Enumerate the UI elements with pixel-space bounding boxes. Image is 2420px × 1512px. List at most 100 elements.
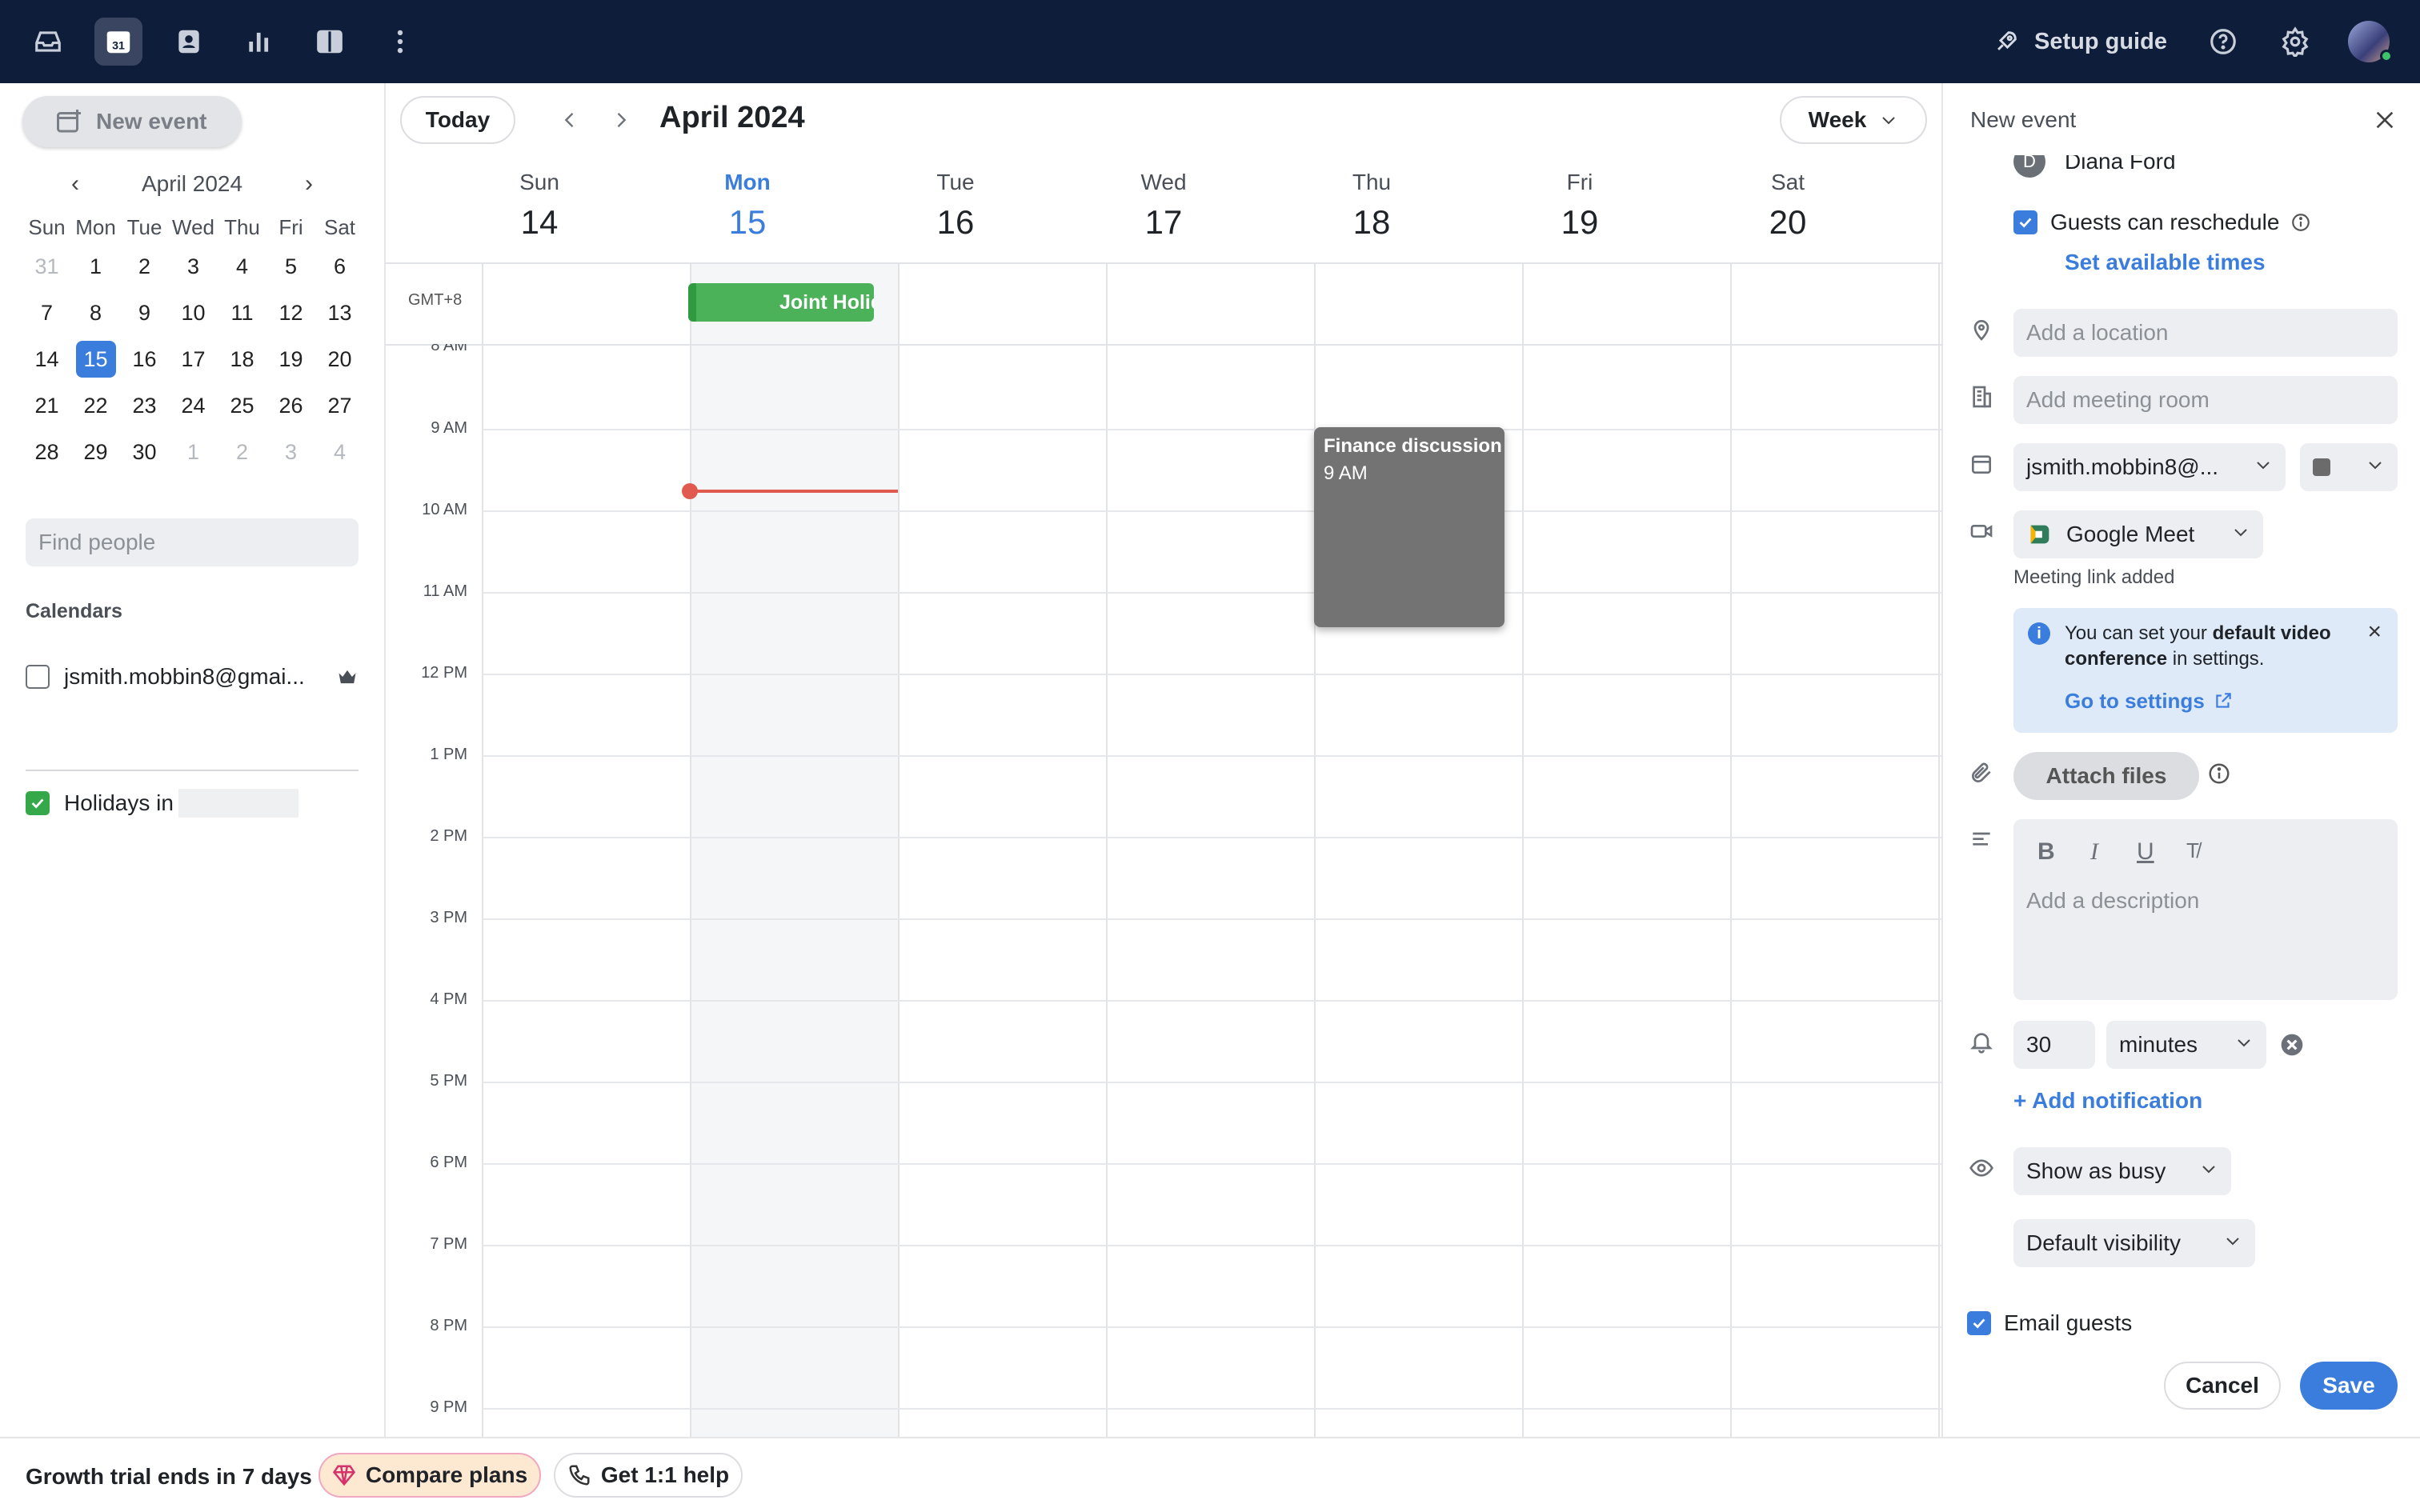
close-banner-icon[interactable]: × xyxy=(2367,619,2382,645)
mini-cal-day[interactable]: 10 xyxy=(169,290,218,336)
email-guests-row[interactable]: Email guests xyxy=(1967,1307,2132,1339)
mini-cal-day[interactable]: 4 xyxy=(315,429,364,475)
more-icon[interactable] xyxy=(376,18,424,66)
mini-cal-day[interactable]: 25 xyxy=(218,382,266,429)
day-header[interactable]: Sun 14 xyxy=(435,170,643,242)
day-header[interactable]: Sat 20 xyxy=(1684,170,1892,242)
close-panel-button[interactable] xyxy=(2367,102,2402,138)
mini-cal-day[interactable]: 18 xyxy=(218,336,266,382)
guests-reschedule-checkbox[interactable] xyxy=(2013,210,2037,234)
mini-cal-day[interactable]: 11 xyxy=(218,290,266,336)
next-week-button[interactable] xyxy=(603,102,639,138)
mini-cal-day[interactable]: 6 xyxy=(315,243,364,290)
event-color-select[interactable] xyxy=(2300,443,2398,491)
cancel-button[interactable]: Cancel xyxy=(2164,1362,2281,1410)
guests-reschedule-row[interactable]: Guests can reschedule xyxy=(2013,206,2311,238)
calendar-checkbox[interactable] xyxy=(26,791,50,815)
calendar-item-account[interactable]: jsmith.mobbin8@gmai... xyxy=(26,661,359,693)
clear-format-icon[interactable]: T̸ xyxy=(2186,838,2199,863)
day-header[interactable]: Wed 17 xyxy=(1060,170,1268,242)
mini-cal-day[interactable]: 21 xyxy=(22,382,71,429)
email-guests-checkbox[interactable] xyxy=(1967,1311,1991,1335)
hour-label: 8 AM xyxy=(431,344,467,354)
mini-cal-day[interactable]: 9 xyxy=(120,290,169,336)
columns-icon[interactable] xyxy=(306,18,354,66)
view-select[interactable]: Week xyxy=(1780,96,1927,144)
new-event-button[interactable]: New event xyxy=(22,96,242,147)
info-icon[interactable] xyxy=(2207,762,2231,786)
settings-gear-icon[interactable] xyxy=(2271,18,2319,66)
mini-cal-day[interactable]: 23 xyxy=(120,382,169,429)
mini-cal-day[interactable]: 15 xyxy=(71,336,120,382)
mini-cal-day[interactable]: 13 xyxy=(315,290,364,336)
day-header[interactable]: Mon 15 xyxy=(643,170,851,242)
mini-cal-day[interactable]: 31 xyxy=(22,243,71,290)
mini-cal-day[interactable]: 3 xyxy=(266,429,315,475)
get-help-button[interactable]: Get 1:1 help xyxy=(554,1453,743,1498)
mini-cal-day[interactable]: 2 xyxy=(120,243,169,290)
today-button[interactable]: Today xyxy=(400,96,515,144)
calendar-event[interactable]: Finance discussion 9 AM xyxy=(1314,427,1504,627)
notification-unit-select[interactable]: minutes xyxy=(2106,1021,2266,1069)
description-editor[interactable]: B I U T̸ Add a description xyxy=(2013,819,2398,1000)
mini-cal-day[interactable]: 2 xyxy=(218,429,266,475)
mini-cal-prev-button[interactable]: ‹ xyxy=(59,168,91,200)
info-icon[interactable] xyxy=(2290,212,2311,233)
mini-cal-day[interactable]: 19 xyxy=(266,336,315,382)
save-button[interactable]: Save xyxy=(2300,1362,2398,1410)
underline-icon[interactable]: U xyxy=(2137,838,2154,866)
remove-notification-icon[interactable] xyxy=(2279,1032,2305,1058)
mini-cal-day[interactable]: 28 xyxy=(22,429,71,475)
mini-cal-day[interactable]: 3 xyxy=(169,243,218,290)
mini-cal-day[interactable]: 16 xyxy=(120,336,169,382)
mini-cal-day[interactable]: 1 xyxy=(169,429,218,475)
meeting-room-input[interactable] xyxy=(2013,376,2398,424)
mini-cal-day[interactable]: 20 xyxy=(315,336,364,382)
mini-cal-day[interactable]: 1 xyxy=(71,243,120,290)
notification-amount-input[interactable]: 30 xyxy=(2013,1021,2095,1069)
attach-files-button[interactable]: Attach files xyxy=(2013,752,2199,800)
mini-cal-day[interactable]: 27 xyxy=(315,382,364,429)
mini-cal-day[interactable]: 5 xyxy=(266,243,315,290)
mini-cal-day[interactable]: 26 xyxy=(266,382,315,429)
contacts-icon[interactable] xyxy=(165,18,213,66)
inbox-icon[interactable] xyxy=(24,18,72,66)
find-people-input[interactable] xyxy=(26,518,359,566)
all-day-event[interactable]: Joint Holiday xyxy=(688,283,874,322)
hour-label: 11 AM xyxy=(423,582,467,600)
compare-plans-button[interactable]: Compare plans xyxy=(319,1453,541,1498)
mini-cal-day[interactable]: 24 xyxy=(169,382,218,429)
mini-cal-day[interactable]: 29 xyxy=(71,429,120,475)
grid-column-line xyxy=(690,264,691,1437)
add-notification-link[interactable]: + Add notification xyxy=(2013,1088,2202,1114)
mini-cal-day[interactable]: 14 xyxy=(22,336,71,382)
day-header[interactable]: Thu 18 xyxy=(1268,170,1476,242)
mini-cal-day[interactable]: 8 xyxy=(71,290,120,336)
mini-cal-day[interactable]: 22 xyxy=(71,382,120,429)
mini-cal-day[interactable]: 4 xyxy=(218,243,266,290)
mini-cal-day[interactable]: 30 xyxy=(120,429,169,475)
calendar-item-holidays[interactable]: Holidays in xyxy=(26,787,298,819)
prev-week-button[interactable] xyxy=(552,102,587,138)
go-to-settings-link[interactable]: Go to settings xyxy=(2065,688,2385,714)
mini-cal-next-button[interactable]: › xyxy=(293,168,325,200)
day-header[interactable]: Tue 16 xyxy=(851,170,1060,242)
diamond-icon xyxy=(332,1465,355,1486)
analytics-icon[interactable] xyxy=(235,18,283,66)
help-icon[interactable] xyxy=(2199,18,2247,66)
day-header[interactable]: Fri 19 xyxy=(1476,170,1684,242)
busy-status-select[interactable]: Show as busy xyxy=(2013,1147,2231,1195)
mini-cal-day[interactable]: 12 xyxy=(266,290,315,336)
calendar-select[interactable]: jsmith.mobbin8@... xyxy=(2013,443,2286,491)
set-available-times-link[interactable]: Set available times xyxy=(2065,250,2266,275)
setup-guide-button[interactable]: Setup guide xyxy=(1993,22,2167,61)
mini-cal-day[interactable]: 17 xyxy=(169,336,218,382)
conference-select[interactable]: Google Meet xyxy=(2013,510,2263,558)
visibility-select[interactable]: Default visibility xyxy=(2013,1219,2255,1267)
location-input[interactable] xyxy=(2013,309,2398,357)
calendar-icon[interactable]: 31 xyxy=(94,18,142,66)
calendar-checkbox[interactable] xyxy=(26,665,50,689)
mini-cal-day[interactable]: 7 xyxy=(22,290,71,336)
italic-icon[interactable]: I xyxy=(2090,838,2098,866)
bold-icon[interactable]: B xyxy=(2037,838,2055,866)
